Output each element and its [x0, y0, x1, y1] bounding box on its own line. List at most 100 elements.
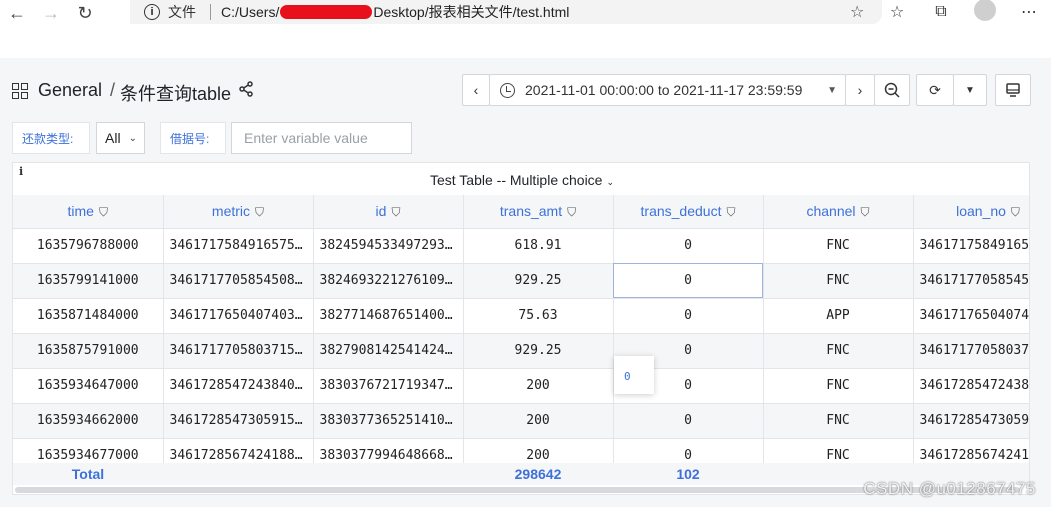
table-cell-metric[interactable]: 34617177058037150…	[163, 333, 314, 369]
filter-icon[interactable]: ⛉	[567, 205, 576, 220]
table-cell-trans-deduct[interactable]: 0	[613, 263, 764, 299]
forward-arrow-icon[interactable]: →	[38, 2, 64, 24]
refresh-interval-button[interactable]: ▼	[953, 74, 987, 106]
breadcrumb-folder[interactable]: General	[38, 80, 102, 101]
filter-icon[interactable]: ⛉	[726, 205, 735, 220]
collections-icon[interactable]: ⧉	[919, 3, 963, 21]
column-header[interactable]: id ⛉	[313, 195, 464, 229]
table-cell-time[interactable]: 1635796788000	[13, 228, 164, 264]
table-cell-metric[interactable]: 34617176504074030…	[163, 298, 314, 334]
panel-title[interactable]: Test Table -- Multiple choice ⌄	[13, 172, 1029, 188]
filter-icon[interactable]: ⛉	[1011, 205, 1020, 220]
loan-no-input[interactable]	[231, 122, 412, 154]
table-cell-metric[interactable]: 34617177058545080…	[163, 263, 314, 299]
table-cell-metric[interactable]: 34617285473059157…	[163, 403, 314, 439]
refresh-icon: ⟳	[929, 81, 941, 98]
table-cell-trans-amt[interactable]: 200	[463, 403, 614, 439]
back-arrow-icon[interactable]: ←	[4, 2, 30, 24]
table-cell-channel[interactable]: FNC	[763, 333, 914, 369]
filter-icon[interactable]: ⛉	[391, 205, 400, 220]
address-bar[interactable]: i 文件 C:/Users/ Desktop/报表相关文件/test.html	[130, 0, 882, 24]
table-cell-trans-deduct[interactable]: 0	[613, 298, 764, 334]
table-cell-metric[interactable]: 34617175849165756…	[163, 228, 314, 264]
add-favorite-icon[interactable]: ☆	[850, 2, 864, 22]
reload-icon[interactable]: ↻	[72, 2, 98, 24]
column-header[interactable]: channel ⛉	[763, 195, 914, 229]
table-cell-trans-amt[interactable]: 618.91	[463, 228, 614, 264]
tv-mode-button[interactable]	[995, 74, 1031, 106]
table-row: 1635875791000 34617177058037150… 382790814…	[13, 333, 1029, 369]
table-cell-channel[interactable]: FNC	[763, 228, 914, 264]
table-cell-channel[interactable]: APP	[763, 298, 914, 334]
refresh-button[interactable]: ⟳	[916, 74, 954, 106]
table-cell-metric[interactable]: 34617285472438400…	[163, 368, 314, 404]
table-cell-id[interactable]: 383037672171934700	[313, 368, 464, 404]
column-header[interactable]: trans_amt ⛉	[463, 195, 614, 229]
table-cell-time[interactable]: 1635871484000	[13, 298, 164, 334]
table-row: 1635799141000 34617177058545080… 382469322…	[13, 263, 1029, 299]
table-cell-channel[interactable]: FNC	[763, 263, 914, 299]
table-cell-id[interactable]: 382771468765140000	[313, 298, 464, 334]
total-label: Total	[71, 466, 105, 482]
monitor-icon	[1006, 83, 1020, 97]
loan-no-label: 借据号:	[160, 122, 226, 154]
table-cell-trans-amt[interactable]: 75.63	[463, 298, 614, 334]
table-cell-trans-amt[interactable]: 929.25	[463, 333, 614, 369]
table-cell-channel[interactable]: FNC	[763, 403, 914, 439]
zoom-out-button[interactable]	[874, 74, 910, 106]
table-cell-time[interactable]: 1635799141000	[13, 263, 164, 299]
filter-icon[interactable]: ⛉	[861, 205, 870, 220]
dashboards-grid-icon[interactable]	[12, 83, 28, 99]
column-header[interactable]: time ⛉	[13, 195, 164, 229]
dashboard-title[interactable]: 条件查询table	[120, 80, 231, 106]
repay-type-select[interactable]: All ⌄	[96, 122, 145, 154]
breadcrumb-separator: /	[110, 80, 116, 100]
time-back-button[interactable]: ‹	[462, 74, 490, 106]
chevron-down-icon: ⌄	[128, 132, 137, 144]
table-cell-trans-amt[interactable]: 929.25	[463, 263, 614, 299]
table-cell-id[interactable]: 382469322127610900	[313, 263, 464, 299]
table-cell-id[interactable]: 382790814254142460	[313, 333, 464, 369]
favorites-icon[interactable]: ☆	[875, 2, 919, 22]
table-cell-loan-no[interactable]: 346171765040740…	[913, 298, 1029, 334]
time-forward-button[interactable]: ›	[845, 74, 875, 106]
table-cell-loan-no[interactable]: 346171770580371…	[913, 333, 1029, 369]
watermark: CSDN @u012867475	[863, 479, 1036, 498]
url-suffix: Desktop/报表相关文件/test.html	[373, 4, 570, 20]
chevron-left-icon: ‹	[473, 82, 479, 98]
column-header[interactable]: trans_deduct ⛉	[613, 195, 764, 229]
table-cell-trans-deduct[interactable]: 0	[613, 403, 764, 439]
table-cell-loan-no[interactable]: 346171770585450…	[913, 263, 1029, 299]
protocol-label: 文件	[168, 4, 196, 20]
table-cell-time[interactable]: 1635875791000	[13, 333, 164, 369]
table-cell-time[interactable]: 1635934662000	[13, 403, 164, 439]
column-header-label: channel	[806, 202, 856, 219]
total-trans-amt: 298642	[514, 466, 562, 482]
clock-icon	[500, 82, 515, 98]
time-picker[interactable]: 2021-11-01 00:00:00 to 2021-11-17 23:59:…	[489, 74, 846, 106]
column-header-label: metric	[211, 202, 251, 219]
info-icon[interactable]: i	[144, 4, 160, 20]
table-cell-loan-no[interactable]: 346172854730591…	[913, 403, 1029, 439]
table-cell-channel[interactable]: FNC	[763, 368, 914, 404]
column-header-label: loan_no	[956, 202, 1006, 219]
column-header[interactable]: metric ⛉	[163, 195, 314, 229]
table-cell-trans-amt[interactable]: 200	[463, 368, 614, 404]
column-header[interactable]: loan_no ⛉	[913, 195, 1029, 229]
filter-icon[interactable]: ⛉	[99, 205, 108, 220]
profile-avatar[interactable]	[963, 0, 1007, 26]
table-cell-time[interactable]: 1635934647000	[13, 368, 164, 404]
redaction-mark	[280, 5, 373, 19]
chevron-down-icon: ⌄	[606, 177, 615, 187]
table-cell-trans-deduct[interactable]: 0	[613, 228, 764, 264]
table-row: 1635796788000 34617175849165756… 382459453…	[13, 228, 1029, 264]
table-cell-id[interactable]: 382459453349729300	[313, 228, 464, 264]
table-cell-loan-no[interactable]: 346171758491657…	[913, 228, 1029, 264]
table-cell-id[interactable]: 383037736525141000	[313, 403, 464, 439]
table-header-row: time ⛉ metric ⛉ id ⛉ trans_amt ⛉ trans_deduc…	[13, 195, 1029, 229]
share-icon[interactable]	[238, 81, 254, 102]
filter-icon[interactable]: ⛉	[255, 205, 264, 220]
table-cell-loan-no[interactable]: 346172854724384…	[913, 368, 1029, 404]
more-menu-icon[interactable]: ⋯	[1007, 2, 1051, 22]
column-header-label: id	[375, 202, 387, 219]
